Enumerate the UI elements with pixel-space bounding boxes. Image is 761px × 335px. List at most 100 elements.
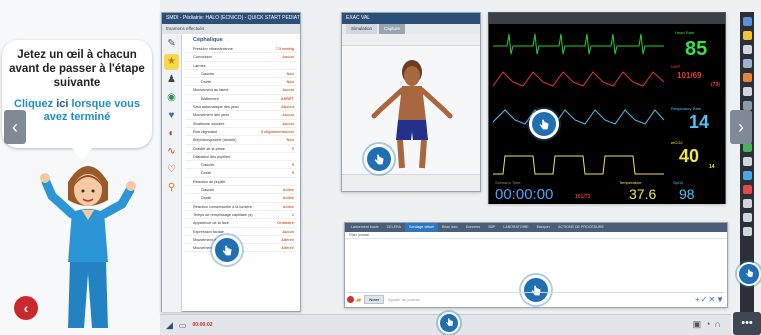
exam-row-label: Larmes: [193, 63, 206, 68]
more-menu-button[interactable]: •••: [733, 312, 761, 335]
exam-row[interactable]: Gravité de la ptose 0: [185, 145, 297, 153]
exam-row[interactable]: Mouvement de la boucheAltérée: [185, 236, 297, 245]
person-icon[interactable]: ♟: [164, 72, 179, 88]
exam-row[interactable]: Réaction de pupille: [185, 178, 297, 187]
back-button[interactable]: ‹: [14, 296, 38, 320]
etco2-sub-value: 14: [709, 164, 715, 170]
tap-hint-patient[interactable]: [364, 144, 394, 174]
chest-icon[interactable]: ♥: [164, 108, 179, 124]
exam-row-label: État clignotant: [193, 129, 218, 134]
badge-icon[interactable]: [742, 184, 752, 194]
exam-row[interactable]: Gauche Non: [185, 70, 297, 79]
journal-tab[interactable]: Lancement buste: [347, 223, 383, 232]
tap-hint-toolbar[interactable]: [438, 312, 460, 334]
journal-tab[interactable]: Donnees: [462, 223, 484, 232]
rr-value: 14: [689, 112, 710, 132]
tap-hint-exam[interactable]: [212, 235, 242, 265]
exam-row[interactable]: Expression faciale Aucun: [185, 228, 297, 236]
exam-findings-list: Céphalique Pression intracrânienne 7.5 mm…: [182, 34, 300, 312]
exam-row-value: [294, 153, 297, 160]
exam-row[interactable]: Apparence de la face Ordinaire: [185, 219, 297, 228]
pulse-icon[interactable]: ♡: [164, 162, 179, 178]
scenario-timer: 00:00:00: [495, 186, 554, 203]
exam-row[interactable]: Larmes: [185, 62, 297, 70]
exam-row[interactable]: Droite Non: [185, 78, 297, 87]
journal-filter-label: Filter journal: [345, 232, 727, 239]
exam-row-label: Gauche: [201, 71, 215, 76]
previous-arrow-button[interactable]: ‹: [4, 110, 26, 144]
exam-row-label: Convulsion: [193, 55, 212, 60]
continue-link-word[interactable]: ici: [56, 98, 68, 110]
exam-row[interactable]: État clignotant 5 clignements/min: [185, 128, 297, 137]
limbs-icon[interactable]: ⚲: [164, 180, 179, 196]
journal-input-field[interactable]: Ajouter au journal: [388, 297, 695, 302]
journal-actions-icons[interactable]: +✓✕▼: [695, 295, 725, 304]
patient-3d-view[interactable]: [342, 46, 480, 174]
monitor-icon[interactable]: [742, 44, 752, 54]
session-clock: 00:00:02: [192, 322, 213, 328]
toolbar-right-icons[interactable]: ▣◔∩: [693, 319, 725, 330]
tab-simulation[interactable]: Simulation: [346, 24, 378, 34]
exam-row[interactable]: Réaction consensuelle à la lumière Active: [185, 203, 297, 211]
tutorial-panel: Jetez un œil à chacun avant de passer à …: [0, 0, 160, 335]
exam-row[interactable]: Gauche Active: [185, 186, 297, 195]
eye-icon[interactable]: ◉: [164, 90, 179, 106]
head-region-icon[interactable]: ★: [164, 54, 179, 70]
signal-icon[interactable]: ◢: [166, 320, 173, 331]
tap-hint-monitor[interactable]: [529, 109, 559, 139]
settings-icon[interactable]: [742, 16, 752, 26]
next-arrow-button[interactable]: ›: [730, 110, 752, 144]
folder-icon[interactable]: ▰: [356, 296, 361, 304]
journal-send-button[interactable]: Noter: [364, 295, 385, 304]
exam-row[interactable]: Droite Active: [185, 194, 297, 203]
exam-row-label: Gravité de la ptose: [193, 146, 225, 151]
exam-row-label: Blépharospasme (double): [193, 138, 237, 143]
journal-tab[interactable]: Sondage virtuel: [404, 223, 438, 232]
tab-capture[interactable]: Capture: [379, 24, 406, 34]
exam-row-value: Aucun: [282, 229, 294, 234]
exam-row[interactable]: Temps de remplissage capillaire (s) 2: [185, 211, 297, 220]
journal-tab[interactable]: Bilan labo: [438, 223, 462, 232]
journal-tab[interactable]: LABORATOIRE: [499, 223, 532, 232]
exam-row[interactable]: Droite 5: [185, 169, 297, 178]
journal-tab[interactable]: Marquer: [533, 223, 554, 232]
flask-icon[interactable]: [742, 170, 752, 180]
document-icon[interactable]: [742, 58, 752, 68]
exam-row[interactable]: Saut automatique des yeux Absent: [185, 103, 297, 112]
journal-tab[interactable]: CELERA: [383, 223, 405, 232]
exam-row[interactable]: Mouvement des yeux Aucun: [185, 111, 297, 120]
bp-small-value: 101/73: [575, 194, 591, 200]
exam-row[interactable]: Blépharospasme (double) Non: [185, 136, 297, 145]
exam-row[interactable]: Gauche 5: [185, 161, 297, 170]
exam-row-label: Dilatation des pupilles: [193, 154, 230, 159]
exam-row-label: Droite: [201, 196, 212, 201]
grid-icon[interactable]: [742, 198, 752, 208]
lungs-icon[interactable]: ◐: [164, 126, 179, 142]
battery-icon[interactable]: [742, 226, 752, 236]
journal-tab[interactable]: ACTIONS DE PROCEDURE: [554, 223, 608, 232]
bp-waveform: [492, 71, 665, 87]
exam-row[interactable]: Bâillement ARRÊT: [185, 95, 297, 104]
chart-icon[interactable]: [742, 72, 752, 82]
user-icon[interactable]: [742, 86, 752, 96]
brush-icon[interactable]: ✎: [164, 36, 179, 52]
keyboard-icon[interactable]: ▭: [179, 321, 187, 330]
exam-row-label: Mouvement des yeux: [193, 113, 230, 118]
exam-row-value: 7.5 mmHg: [275, 47, 294, 51]
tap-hint-rightbar[interactable]: [737, 262, 761, 286]
heart-rate-icon[interactable]: ∿: [164, 144, 179, 160]
patient-window-title: EXAC VAL: [342, 13, 480, 24]
exam-row[interactable]: Mouvement au talent Aucun: [185, 86, 297, 95]
journal-tab[interactable]: SBP: [484, 223, 499, 232]
exam-row[interactable]: Convulsion Aucun: [185, 53, 297, 62]
continue-link[interactable]: Cliquez ici lorsque vous avez terminé: [8, 98, 146, 124]
exam-row[interactable]: Strabisme oculaire Aucun: [185, 120, 297, 128]
export-icon[interactable]: [742, 212, 752, 222]
pen-icon[interactable]: [742, 156, 752, 166]
note-icon[interactable]: [742, 100, 752, 110]
exam-row[interactable]: Dilatation des pupilles: [185, 153, 297, 162]
star-icon[interactable]: [742, 30, 752, 40]
exam-row-label: Gauche: [201, 188, 215, 193]
exam-row[interactable]: Pression intracrânienne 7.5 mmHg: [185, 45, 297, 54]
record-icon[interactable]: [347, 296, 354, 303]
